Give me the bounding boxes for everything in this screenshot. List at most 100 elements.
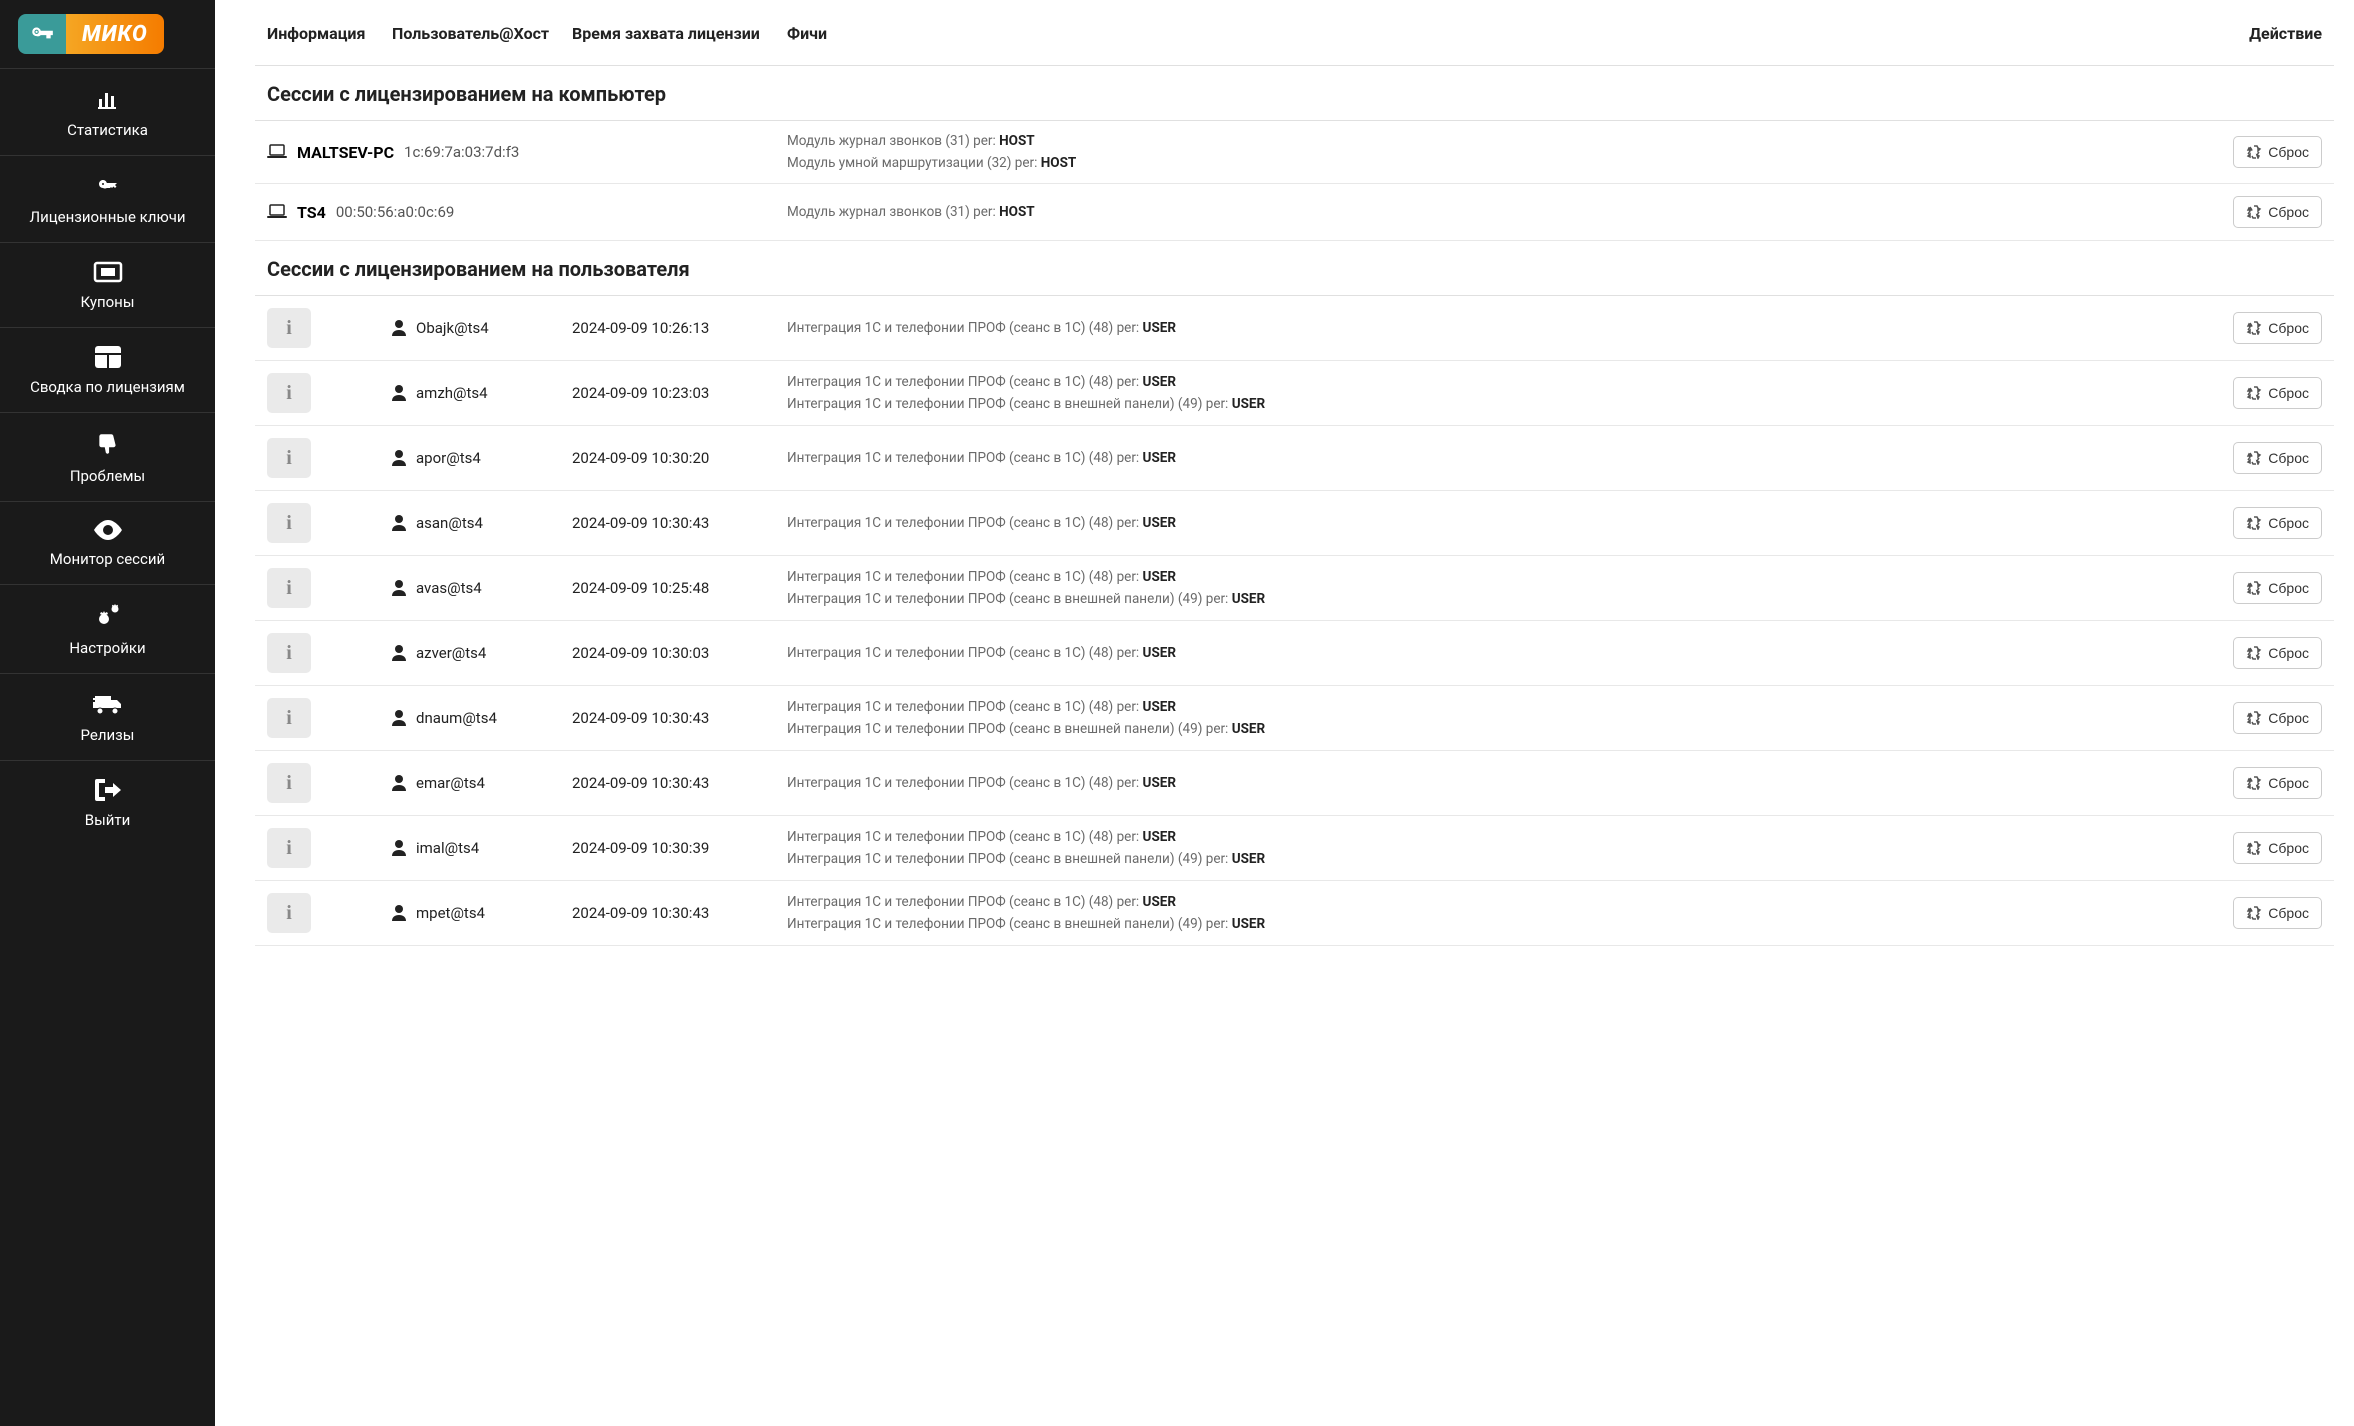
nav-item-grid[interactable]: Сводка по лицензиям	[0, 327, 215, 412]
laptop-icon	[267, 144, 287, 160]
user-host-label: avas@ts4	[416, 579, 482, 597]
user-session-row: i amzh@ts4 2024-09-09 10:23:03 Интеграци…	[255, 361, 2334, 426]
host-session-row: MALTSEV-PC 1c:69:7a:03:7d:f3 Модуль журн…	[255, 121, 2334, 184]
info-button[interactable]: i	[267, 633, 311, 673]
key-icon	[96, 174, 120, 198]
info-button[interactable]: i	[267, 698, 311, 738]
feature-line: Модуль журнал звонков (31) per: HOST	[787, 133, 2222, 149]
chart-icon	[94, 87, 122, 111]
time-cell: 2024-09-09 10:23:03	[572, 384, 787, 402]
th-time: Время захвата лицензии	[572, 24, 787, 43]
time-cell: 2024-09-09 10:25:48	[572, 579, 787, 597]
reset-button[interactable]: Сброс	[2233, 637, 2322, 669]
recycle-icon	[2246, 581, 2262, 595]
nav-label: Выйти	[85, 811, 131, 829]
user-cell: mpet@ts4	[392, 904, 572, 922]
user-cell: amzh@ts4	[392, 384, 572, 402]
action-cell: Сброс	[2222, 767, 2322, 799]
user-cell: dnaum@ts4	[392, 709, 572, 727]
time-cell: 2024-09-09 10:30:43	[572, 774, 787, 792]
info-cell: i	[267, 763, 392, 803]
nav-item-truck[interactable]: Релизы	[0, 673, 215, 760]
host-cell: TS4 00:50:56:a0:0c:69	[267, 203, 787, 222]
info-button[interactable]: i	[267, 893, 311, 933]
recycle-icon	[2246, 516, 2262, 530]
reset-label: Сброс	[2268, 450, 2309, 466]
action-cell: Сброс	[2222, 832, 2322, 864]
nav-item-logout[interactable]: Выйти	[0, 760, 215, 845]
nav-item-chart[interactable]: Статистика	[0, 68, 215, 155]
person-icon	[392, 775, 406, 791]
action-cell: Сброс	[2222, 507, 2322, 539]
ticket-icon	[93, 261, 123, 283]
reset-button[interactable]: Сброс	[2233, 442, 2322, 474]
feature-line: Интеграция 1С и телефонии ПРОФ (сеанс в …	[787, 775, 2222, 791]
reset-button[interactable]: Сброс	[2233, 767, 2322, 799]
user-host-label: azver@ts4	[416, 644, 486, 662]
info-cell: i	[267, 698, 392, 738]
features-cell: Интеграция 1С и телефонии ПРОФ (сеанс в …	[787, 450, 2222, 466]
info-button[interactable]: i	[267, 568, 311, 608]
reset-button[interactable]: Сброс	[2233, 507, 2322, 539]
user-cell: imal@ts4	[392, 839, 572, 857]
reset-button[interactable]: Сброс	[2233, 572, 2322, 604]
user-cell: apor@ts4	[392, 449, 572, 467]
feature-line: Интеграция 1С и телефонии ПРОФ (сеанс в …	[787, 374, 2222, 390]
person-icon	[392, 710, 406, 726]
reset-label: Сброс	[2268, 580, 2309, 596]
reset-button[interactable]: Сброс	[2233, 312, 2322, 344]
features-cell: Модуль журнал звонков (31) per: HOSTМоду…	[787, 133, 2222, 171]
info-button[interactable]: i	[267, 373, 311, 413]
info-button[interactable]: i	[267, 503, 311, 543]
reset-button[interactable]: Сброс	[2233, 832, 2322, 864]
user-host-label: emar@ts4	[416, 774, 485, 792]
info-cell: i	[267, 568, 392, 608]
feature-line: Интеграция 1С и телефонии ПРОФ (сеанс в …	[787, 591, 2222, 607]
eye-icon	[93, 520, 123, 540]
recycle-icon	[2246, 386, 2262, 400]
recycle-icon	[2246, 776, 2262, 790]
reset-button[interactable]: Сброс	[2233, 377, 2322, 409]
nav-item-ticket[interactable]: Купоны	[0, 242, 215, 327]
features-cell: Интеграция 1С и телефонии ПРОФ (сеанс в …	[787, 829, 2222, 867]
reset-button[interactable]: Сброс	[2233, 136, 2322, 168]
nav-item-eye[interactable]: Монитор сессий	[0, 501, 215, 584]
nav-label: Монитор сессий	[50, 550, 165, 568]
nav-list: Статистика Лицензионные ключиКупоныСводка…	[0, 68, 215, 845]
info-cell: i	[267, 828, 392, 868]
thumbdown-icon	[95, 431, 121, 457]
user-host-label: mpet@ts4	[416, 904, 485, 922]
info-button[interactable]: i	[267, 828, 311, 868]
reset-button[interactable]: Сброс	[2233, 897, 2322, 929]
nav-item-key[interactable]: Лицензионные ключи	[0, 155, 215, 242]
action-cell: Сброс	[2222, 312, 2322, 344]
feature-line: Интеграция 1С и телефонии ПРОФ (сеанс в …	[787, 894, 2222, 910]
reset-label: Сброс	[2268, 710, 2309, 726]
reset-label: Сброс	[2268, 204, 2309, 220]
logo-text: МИКО	[66, 14, 164, 54]
logo[interactable]: МИКО	[0, 0, 215, 68]
info-button[interactable]: i	[267, 438, 311, 478]
time-cell: 2024-09-09 10:30:03	[572, 644, 787, 662]
reset-label: Сброс	[2268, 840, 2309, 856]
features-cell: Интеграция 1С и телефонии ПРОФ (сеанс в …	[787, 515, 2222, 531]
nav-label: Статистика	[67, 121, 148, 139]
reset-button[interactable]: Сброс	[2233, 702, 2322, 734]
nav-item-thumbdown[interactable]: Проблемы	[0, 412, 215, 501]
reset-button[interactable]: Сброс	[2233, 196, 2322, 228]
person-icon	[392, 840, 406, 856]
reset-label: Сброс	[2268, 905, 2309, 921]
person-icon	[392, 515, 406, 531]
user-host-label: asan@ts4	[416, 514, 483, 532]
feature-line: Интеграция 1С и телефонии ПРОФ (сеанс в …	[787, 829, 2222, 845]
features-cell: Интеграция 1С и телефонии ПРОФ (сеанс в …	[787, 775, 2222, 791]
nav-item-cogs[interactable]: Настройки	[0, 584, 215, 673]
recycle-icon	[2246, 841, 2262, 855]
sidebar: МИКО Статистика Лицензионные ключиКупоныС…	[0, 0, 215, 1426]
reset-label: Сброс	[2268, 385, 2309, 401]
feature-line: Интеграция 1С и телефонии ПРОФ (сеанс в …	[787, 320, 2222, 336]
info-button[interactable]: i	[267, 308, 311, 348]
recycle-icon	[2246, 451, 2262, 465]
feature-line: Интеграция 1С и телефонии ПРОФ (сеанс в …	[787, 396, 2222, 412]
info-button[interactable]: i	[267, 763, 311, 803]
